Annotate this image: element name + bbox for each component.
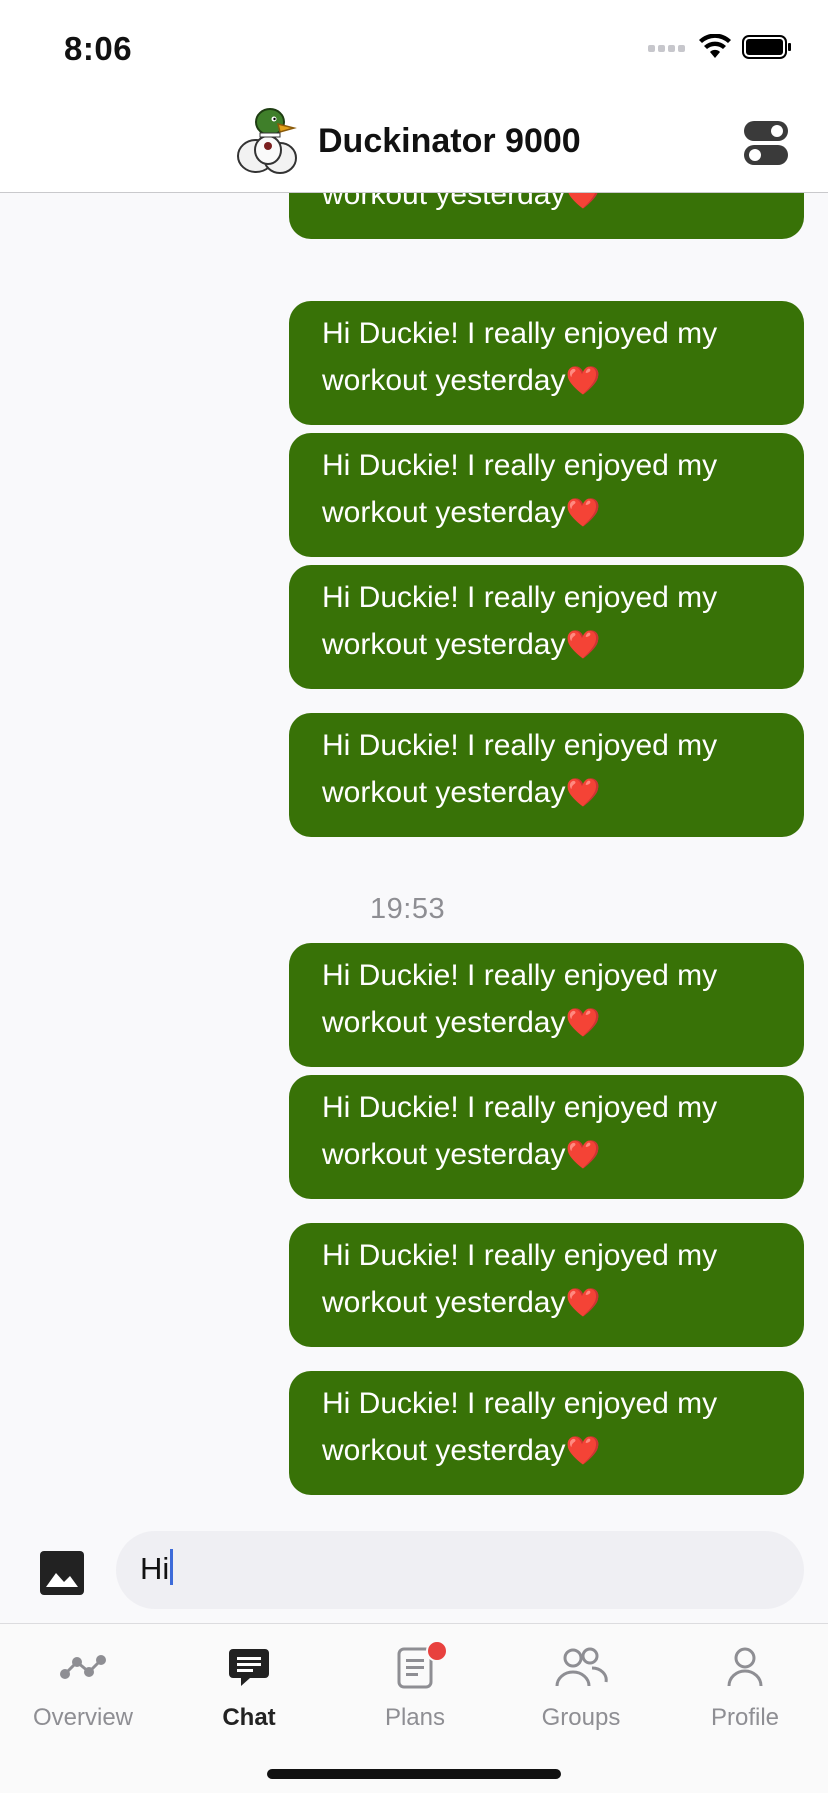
message-bubble[interactable]: Hi Duckie! I really enjoyed my workout y… [289,1223,804,1347]
heart-emoji: ❤️ [565,365,601,396]
tab-chat[interactable]: Chat [166,1638,332,1732]
heart-emoji: ❤️ [565,777,601,808]
tab-overview[interactable]: Overview [0,1638,166,1732]
message-list[interactable]: Hi Duckie! I really enjoyed my workout y… [0,193,828,1517]
overview-graph-icon [0,1638,166,1696]
message-text: Hi Duckie! I really enjoyed my workout y… [322,1239,718,1319]
message-bubble[interactable]: Hi Duckie! I really enjoyed my workout y… [289,713,804,837]
notification-badge [426,1640,448,1662]
tab-label: Profile [710,1704,780,1731]
duck-mascot-icon [237,108,297,174]
image-icon[interactable] [38,1549,86,1597]
message-text: Hi Duckie! I really enjoyed my workout y… [322,317,718,397]
tab-bar: Overview Chat Plans Groups Profile [0,1623,828,1793]
message-text: Hi Duckie! I really enjoyed my workout y… [322,193,566,211]
heart-emoji: ❤️ [565,1007,601,1038]
status-time: 8:06 [64,30,133,67]
message-bubble[interactable]: Hi Duckie! I really enjoyed my workout y… [289,301,804,425]
message-text: Hi Duckie! I really enjoyed my workout y… [322,1091,718,1171]
message-input-text: Hi [140,1551,170,1586]
profile-person-icon [662,1638,828,1696]
chat-bubble-icon [166,1638,332,1696]
heart-emoji: ❤️ [565,1435,601,1466]
message-input-value[interactable]: Hi [140,1549,174,1587]
tab-profile[interactable]: Profile [662,1638,828,1732]
message-bubble[interactable]: Hi Duckie! I really enjoyed my workout y… [289,943,804,1067]
status-bar: 8:06 [0,0,828,96]
tab-label: Plans [384,1704,446,1731]
message-bubble[interactable]: Hi Duckie! I really enjoyed my workout y… [289,1075,804,1199]
tab-groups[interactable]: Groups [498,1638,664,1732]
cellular-signal-icon [648,45,685,52]
toggle-settings-icon[interactable] [742,118,790,168]
tab-label: Chat [222,1704,276,1731]
message-text: Hi Duckie! I really enjoyed my workout y… [322,581,718,661]
message-text: Hi Duckie! I really enjoyed my workout y… [322,729,718,809]
message-bubble[interactable]: Hi Duckie! I really enjoyed my workout y… [289,193,804,239]
heart-emoji: ❤️ [565,497,601,528]
heart-emoji: ❤️ [565,193,601,210]
message-composer: Hi [0,1517,828,1623]
heart-emoji: ❤️ [565,629,601,660]
chat-header: Duckinator 9000 [0,96,828,193]
tab-label: Groups [541,1704,621,1731]
battery-icon [742,35,791,59]
message-bubble[interactable]: Hi Duckie! I really enjoyed my workout y… [289,1371,804,1495]
message-text: Hi Duckie! I really enjoyed my workout y… [322,959,718,1039]
message-bubble[interactable]: Hi Duckie! I really enjoyed my workout y… [289,565,804,689]
text-caret [170,1549,174,1585]
message-text: Hi Duckie! I really enjoyed my workout y… [322,1387,718,1467]
message-input[interactable]: Hi [116,1531,804,1609]
message-text: Hi Duckie! I really enjoyed my workout y… [322,449,718,529]
tab-plans[interactable]: Plans [332,1638,498,1732]
plans-clipboard-icon [332,1638,498,1696]
home-indicator[interactable] [267,1769,561,1779]
heart-emoji: ❤️ [565,1139,601,1170]
status-icons [648,34,792,60]
heart-emoji: ❤️ [565,1287,601,1318]
message-timestamp: 19:53 [370,893,446,925]
wifi-icon [699,34,731,58]
message-bubble[interactable]: Hi Duckie! I really enjoyed my workout y… [289,433,804,557]
tab-label: Overview [32,1704,134,1731]
groups-people-icon [498,1638,664,1696]
chat-title: Duckinator 9000 [318,122,581,160]
